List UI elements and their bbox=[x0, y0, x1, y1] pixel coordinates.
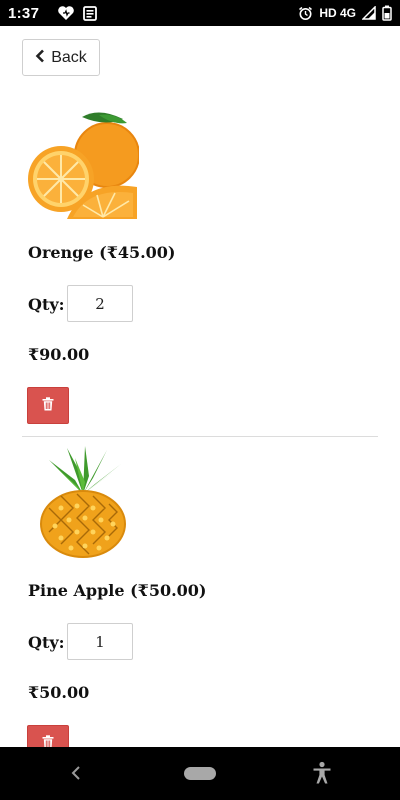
back-triangle-icon[interactable] bbox=[68, 763, 84, 787]
accessibility-icon[interactable] bbox=[312, 761, 332, 789]
item-total: ₹50.00 bbox=[28, 683, 90, 702]
back-button[interactable]: Back bbox=[22, 39, 100, 76]
news-icon bbox=[83, 5, 98, 21]
pineapple-fruit-image bbox=[27, 446, 139, 558]
status-time: 1:37 bbox=[8, 4, 40, 22]
qty-label: Qty: bbox=[28, 295, 65, 314]
orange-fruit-image bbox=[27, 109, 140, 221]
signal-icon bbox=[362, 6, 376, 20]
qty-input[interactable] bbox=[67, 285, 133, 322]
trash-icon bbox=[42, 734, 54, 747]
chevron-left-icon bbox=[35, 49, 45, 66]
item-name: Orenge (₹45.00) bbox=[28, 243, 176, 262]
delete-button[interactable] bbox=[27, 387, 69, 424]
network-label: HD 4G bbox=[319, 6, 356, 20]
status-bar: 1:37 HD 4G bbox=[0, 0, 400, 26]
qty-input[interactable] bbox=[67, 623, 133, 660]
status-right: HD 4G bbox=[298, 5, 392, 21]
item-divider bbox=[22, 436, 378, 437]
alarm-icon bbox=[298, 6, 313, 21]
qty-label: Qty: bbox=[28, 633, 65, 652]
status-left: 1:37 bbox=[8, 4, 98, 22]
back-button-label: Back bbox=[51, 48, 87, 66]
battery-icon bbox=[382, 5, 392, 21]
system-nav-bar bbox=[0, 747, 400, 800]
item-name: Pine Apple (₹50.00) bbox=[28, 581, 207, 600]
trash-icon bbox=[42, 396, 54, 415]
home-pill-icon[interactable] bbox=[184, 767, 216, 780]
delete-button[interactable] bbox=[27, 725, 69, 747]
item-total: ₹90.00 bbox=[28, 345, 90, 364]
cart-content: Back Orenge (₹45.00) Qty: 2 ₹90.00 Pine … bbox=[0, 26, 400, 747]
heart-icon bbox=[57, 5, 75, 21]
